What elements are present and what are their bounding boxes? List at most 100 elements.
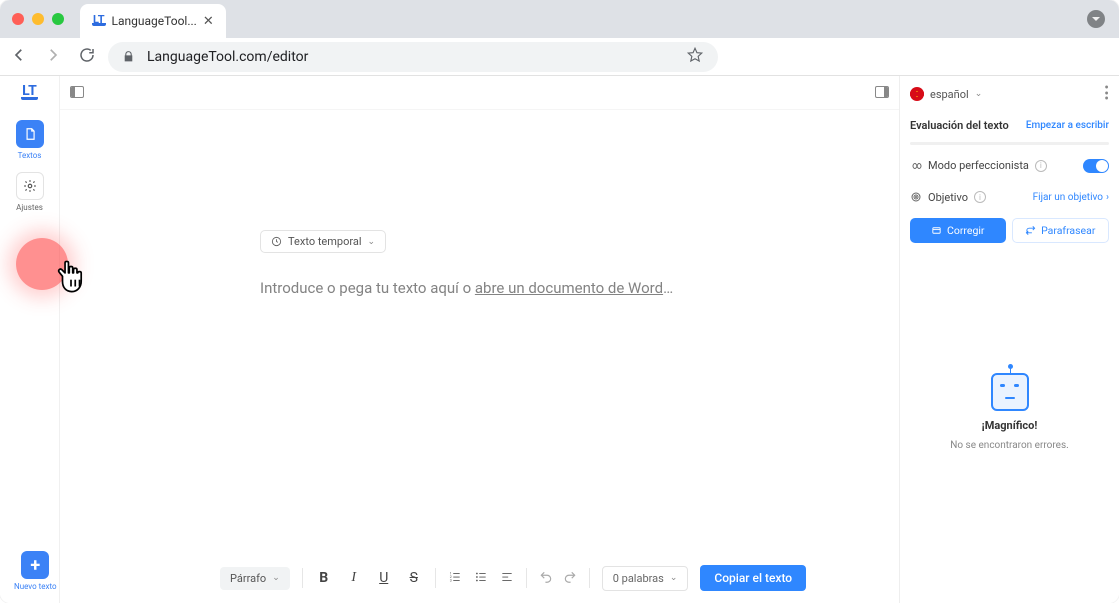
- start-writing-link[interactable]: Empezar a escribir: [1026, 120, 1109, 131]
- back-button[interactable]: [10, 46, 28, 68]
- word-count-dropdown[interactable]: 0 palabras ⌄: [602, 566, 689, 591]
- app-area: LT Textos Ajustes: [0, 76, 1119, 603]
- format-toolbar: Párrafo ⌄ B I U S 123: [220, 565, 883, 591]
- perfeccionista-row: Modo perfeccionista i: [910, 155, 1109, 177]
- redo-button[interactable]: [563, 569, 577, 588]
- tab-corregir[interactable]: Corregir: [910, 218, 1006, 243]
- right-panel: español ⌄ ••• Evaluación del texto Empez…: [899, 76, 1119, 603]
- reload-button[interactable]: [78, 46, 96, 68]
- document-title-dropdown[interactable]: Texto temporal ⌄: [260, 230, 386, 253]
- strikethrough-button[interactable]: S: [405, 570, 423, 586]
- new-text-button[interactable]: + Nuevo texto: [14, 551, 57, 591]
- chevron-right-icon: ›: [1106, 192, 1109, 203]
- fijar-objetivo-link[interactable]: Fijar un objetivo ›: [1033, 192, 1109, 203]
- app-logo-icon[interactable]: LT: [21, 86, 38, 100]
- perfeccionista-label: Modo perfeccionista: [928, 159, 1029, 172]
- clock-icon: [271, 236, 282, 247]
- window-controls: [12, 13, 64, 25]
- progress-bar: [910, 142, 1109, 145]
- placeholder-dots: …: [663, 279, 673, 297]
- editor-body[interactable]: Texto temporal ⌄ Introduce o pega tu tex…: [60, 110, 899, 603]
- bullet-list-button[interactable]: [474, 569, 488, 588]
- editor-top-bar: [60, 76, 899, 110]
- plus-icon: +: [21, 551, 49, 579]
- document-title-label: Texto temporal: [288, 235, 362, 248]
- bookmark-star-icon[interactable]: [686, 46, 704, 68]
- tab-label: Corregir: [947, 224, 984, 237]
- word-count-label: 0 palabras: [613, 572, 664, 585]
- fijar-objetivo-text: Fijar un objetivo: [1033, 192, 1103, 203]
- info-icon[interactable]: i: [974, 191, 986, 203]
- editor-main: Texto temporal ⌄ Introduce o pega tu tex…: [60, 76, 899, 603]
- placeholder-text-part: Introduce o pega tu texto aquí o: [260, 279, 475, 297]
- document-icon: [16, 120, 44, 148]
- objetivo-row: Objetivo i Fijar un objetivo ›: [910, 187, 1109, 208]
- divider: [589, 568, 590, 588]
- paragraph-label: Párrafo: [230, 572, 266, 585]
- toggle-right-panel-icon[interactable]: [875, 83, 889, 102]
- chevron-down-icon: ⌄: [368, 237, 376, 247]
- browser-tab[interactable]: LT LanguageTool... ✕: [80, 4, 226, 38]
- favicon-icon: LT: [92, 16, 106, 27]
- tab-title: LanguageTool...: [112, 14, 197, 28]
- gear-icon: [16, 172, 44, 200]
- address-bar[interactable]: LanguageTool.com/editor: [108, 42, 718, 72]
- open-word-doc-link[interactable]: abre un documento de Word: [475, 279, 663, 297]
- paragraph-style-dropdown[interactable]: Párrafo ⌄: [220, 567, 290, 590]
- language-label: español: [930, 88, 969, 101]
- svg-text:3: 3: [449, 578, 451, 582]
- empty-state-subtitle: No se encontraron errores.: [950, 440, 1069, 451]
- chevron-down-icon: ⌄: [670, 573, 678, 583]
- tab-label: Parafrasear: [1041, 224, 1095, 237]
- bold-button[interactable]: B: [315, 570, 333, 586]
- evaluation-header: Evaluación del texto Empezar a escribir: [910, 113, 1109, 132]
- sidebar-item-ajustes[interactable]: Ajustes: [16, 172, 44, 212]
- text-format-group: B I U S: [315, 570, 423, 586]
- titlebar: LT LanguageTool... ✕: [0, 0, 1119, 38]
- lock-icon: [122, 50, 135, 63]
- perfeccionista-toggle[interactable]: [1083, 159, 1109, 173]
- divider: [302, 568, 303, 588]
- chevron-down-icon: ⌄: [975, 89, 983, 99]
- nav-buttons: [10, 46, 96, 68]
- close-window-button[interactable]: [12, 13, 24, 25]
- copy-label: Copiar el texto: [714, 571, 792, 585]
- fab-label: Nuevo texto: [14, 582, 57, 591]
- undo-button[interactable]: [539, 569, 553, 588]
- right-panel-header: español ⌄ •••: [910, 86, 1109, 103]
- minimize-window-button[interactable]: [32, 13, 44, 25]
- paraphrase-icon: [1025, 225, 1036, 236]
- correct-icon: [931, 225, 942, 236]
- sidebar-item-textos[interactable]: Textos: [16, 120, 44, 160]
- browser-window: LT LanguageTool... ✕ LanguageTool.com/ed…: [0, 0, 1119, 603]
- objetivo-label: Objetivo: [928, 191, 968, 204]
- left-sidebar: LT Textos Ajustes: [0, 76, 60, 603]
- align-button[interactable]: [500, 569, 514, 588]
- infinity-icon: [910, 160, 922, 172]
- info-icon[interactable]: i: [1035, 160, 1047, 172]
- tab-close-icon[interactable]: ✕: [203, 14, 214, 29]
- chevron-down-icon: ⌄: [272, 573, 280, 583]
- browser-profile-button[interactable]: [1087, 10, 1105, 28]
- url-bar: LanguageTool.com/editor: [0, 38, 1119, 76]
- flag-es-icon: [910, 87, 924, 101]
- sidebar-item-label: Textos: [18, 151, 42, 160]
- maximize-window-button[interactable]: [52, 13, 64, 25]
- toggle-left-panel-icon[interactable]: [70, 83, 84, 102]
- mode-tabs: Corregir Parafrasear: [910, 218, 1109, 243]
- italic-button[interactable]: I: [345, 570, 363, 586]
- url-text: LanguageTool.com/editor: [147, 49, 308, 65]
- language-selector[interactable]: español ⌄: [910, 87, 982, 101]
- tab-parafrasear[interactable]: Parafrasear: [1012, 218, 1110, 243]
- robot-icon: [991, 373, 1029, 411]
- numbered-list-button[interactable]: 123: [448, 569, 462, 588]
- underline-button[interactable]: U: [375, 570, 393, 586]
- empty-state: ¡Magnífico! No se encontraron errores.: [910, 373, 1109, 451]
- divider: [435, 568, 436, 588]
- history-group: [539, 569, 577, 588]
- copy-text-button[interactable]: Copiar el texto: [700, 565, 806, 591]
- evaluation-title: Evaluación del texto: [910, 119, 1009, 132]
- panel-menu-button[interactable]: •••: [1104, 86, 1109, 103]
- list-group: 123: [448, 569, 514, 588]
- forward-button[interactable]: [44, 46, 62, 68]
